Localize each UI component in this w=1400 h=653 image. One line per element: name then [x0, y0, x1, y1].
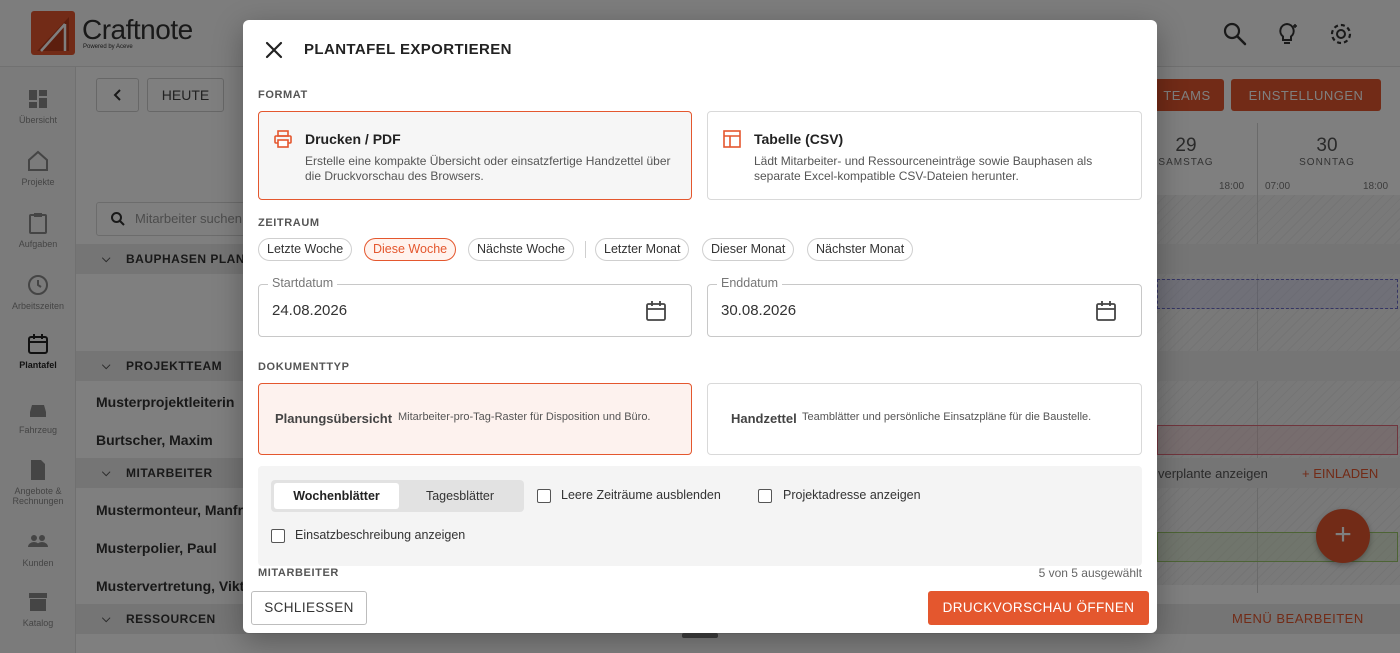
- printer-icon: [274, 130, 292, 148]
- show-description-checkbox[interactable]: [271, 529, 285, 543]
- sheet-type-segmented-control: Wochenblätter Tagesblätter: [271, 480, 524, 512]
- show-address-label[interactable]: Projektadresse anzeigen: [783, 488, 921, 502]
- end-date-value: 30.08.2026: [721, 302, 797, 319]
- doctype-description: Teamblätter und persönliche Einsatzpläne…: [802, 411, 1092, 423]
- end-date-label: Enddatum: [717, 276, 782, 290]
- format-option-title: Tabelle (CSV): [754, 131, 844, 147]
- format-option-csv[interactable]: Tabelle (CSV) Lädt Mitarbeiter- und Ress…: [707, 111, 1142, 200]
- show-address-checkbox[interactable]: [758, 489, 772, 503]
- employees-section-label: MITARBEITER: [258, 567, 339, 579]
- format-option-description: Lädt Mitarbeiter- und Ressourceneinträge…: [754, 154, 1093, 183]
- period-chip-last-week[interactable]: Letzte Woche: [258, 238, 353, 261]
- dialog-title: PLANTAFEL EXPORTIEREN: [304, 41, 512, 58]
- print-options-panel: Wochenblätter Tagesblätter Leere Zeiträu…: [258, 466, 1142, 566]
- doctype-section-label: DOKUMENTTYP: [258, 361, 350, 373]
- doctype-option-handout[interactable]: Handzettel Teamblätter und persönliche E…: [707, 383, 1142, 455]
- segment-daily-sheets[interactable]: Tagesblätter: [399, 483, 521, 509]
- scroll-handle[interactable]: [682, 633, 718, 638]
- start-date-value: 24.08.2026: [272, 302, 348, 319]
- start-date-field[interactable]: Startdatum 24.08.2026: [258, 276, 692, 337]
- calendar-icon[interactable]: [645, 300, 667, 322]
- table-icon: [723, 130, 741, 148]
- period-chip-last-month[interactable]: Letzter Monat: [595, 238, 690, 261]
- segment-weekly-sheets[interactable]: Wochenblätter: [274, 483, 399, 509]
- show-description-label[interactable]: Einsatzbeschreibung anzeigen: [295, 528, 465, 542]
- period-chip-next-month[interactable]: Nächster Monat: [807, 238, 914, 261]
- doctype-title: Planungsübersicht: [275, 411, 393, 426]
- calendar-icon[interactable]: [1095, 300, 1117, 322]
- start-date-label: Startdatum: [268, 276, 338, 290]
- period-chip-this-week[interactable]: Diese Woche: [364, 238, 457, 261]
- close-icon[interactable]: [263, 39, 285, 61]
- format-option-title: Drucken / PDF: [305, 131, 401, 147]
- period-section-label: ZEITRAUM: [258, 217, 320, 229]
- period-chip-this-month[interactable]: Dieser Monat: [702, 238, 795, 261]
- format-option-description: Erstelle eine kompakte Übersicht oder ei…: [305, 154, 671, 183]
- format-option-pdf[interactable]: Drucken / PDF Erstelle eine kompakte Übe…: [258, 111, 692, 200]
- export-dialog: PLANTAFEL EXPORTIEREN FORMAT Drucken / P…: [243, 20, 1157, 633]
- employees-selected-count: 5 von 5 ausgewählt: [1038, 566, 1142, 580]
- hide-empty-checkbox[interactable]: [537, 489, 551, 503]
- doctype-description: Mitarbeiter-pro-Tag-Raster für Dispositi…: [398, 411, 651, 423]
- hide-empty-label[interactable]: Leere Zeiträume ausblenden: [561, 488, 721, 502]
- format-section-label: FORMAT: [258, 89, 308, 101]
- period-chip-next-week[interactable]: Nächste Woche: [468, 238, 575, 261]
- end-date-field[interactable]: Enddatum 30.08.2026: [707, 276, 1142, 337]
- close-button[interactable]: SCHLIESSEN: [251, 591, 367, 625]
- chip-divider: [585, 241, 586, 258]
- doctype-option-overview[interactable]: Planungsübersicht Mitarbeiter-pro-Tag-Ra…: [258, 383, 692, 455]
- doctype-title: Handzettel: [731, 411, 797, 426]
- open-print-preview-button[interactable]: DRUCKVORSCHAU ÖFFNEN: [928, 591, 1149, 625]
